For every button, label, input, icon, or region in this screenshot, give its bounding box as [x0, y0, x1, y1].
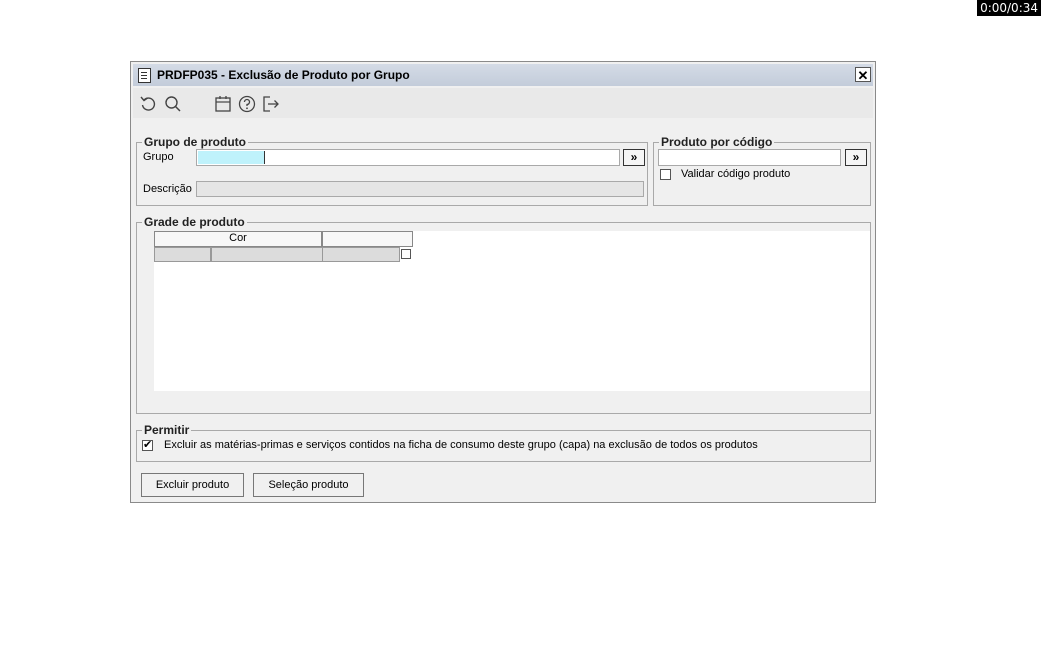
grupo-produto-legend: Grupo de produto [142, 135, 248, 149]
search-icon[interactable] [163, 94, 183, 114]
grid-cell[interactable] [322, 247, 400, 262]
grupo-label: Grupo [143, 151, 174, 163]
excluir-produto-button[interactable]: Excluir produto [141, 473, 244, 497]
descricao-label: Descrição [143, 183, 192, 195]
produto-codigo-group: Produto por código » Validar código prod… [653, 135, 871, 206]
undo-icon[interactable] [138, 94, 158, 114]
dialog-window: PRDFP035 - Exclusão de Produto por Grupo… [130, 61, 876, 503]
video-timer: 0:00/0:34 [977, 0, 1041, 16]
grid-row-checkbox[interactable] [401, 249, 411, 259]
selecao-produto-button[interactable]: Seleção produto [253, 473, 364, 497]
document-icon [138, 68, 151, 83]
grade-produto-group: Grade de produto Cor [136, 215, 871, 414]
column-header-2[interactable] [322, 231, 413, 247]
grupo-input[interactable] [198, 151, 265, 164]
produto-lookup-button[interactable]: » [845, 149, 867, 166]
grupo-produto-group: Grupo de produto Grupo » Descrição [136, 135, 648, 206]
grid-cell[interactable] [211, 247, 323, 262]
grade-produto-legend: Grade de produto [142, 215, 247, 229]
window-title: PRDFP035 - Exclusão de Produto por Grupo [157, 68, 410, 82]
grupo-lookup-button[interactable]: » [623, 149, 645, 166]
close-button[interactable]: ✕ [855, 67, 871, 83]
validar-label: Validar código produto [681, 168, 791, 180]
permitir-group: Permitir Excluir as matérias-primas e se… [136, 423, 871, 462]
excluir-materias-label: Excluir as matérias-primas e serviços co… [164, 439, 758, 451]
grade-grid: Cor [154, 231, 870, 391]
excluir-materias-checkbox[interactable] [142, 438, 153, 451]
produto-codigo-input[interactable] [658, 149, 841, 166]
grid-cell[interactable] [154, 247, 211, 262]
permitir-legend: Permitir [142, 423, 192, 437]
validar-checkbox[interactable] [660, 169, 671, 180]
exit-icon[interactable] [261, 94, 281, 114]
grupo-field [196, 149, 620, 166]
toolbar [133, 88, 873, 118]
produto-codigo-legend: Produto por código [659, 135, 775, 149]
descricao-input[interactable] [196, 181, 644, 197]
title-bar: PRDFP035 - Exclusão de Produto por Grupo… [133, 64, 873, 86]
column-header-cor[interactable]: Cor [154, 231, 322, 247]
help-icon[interactable] [237, 94, 257, 114]
calendar-icon[interactable] [213, 94, 233, 114]
